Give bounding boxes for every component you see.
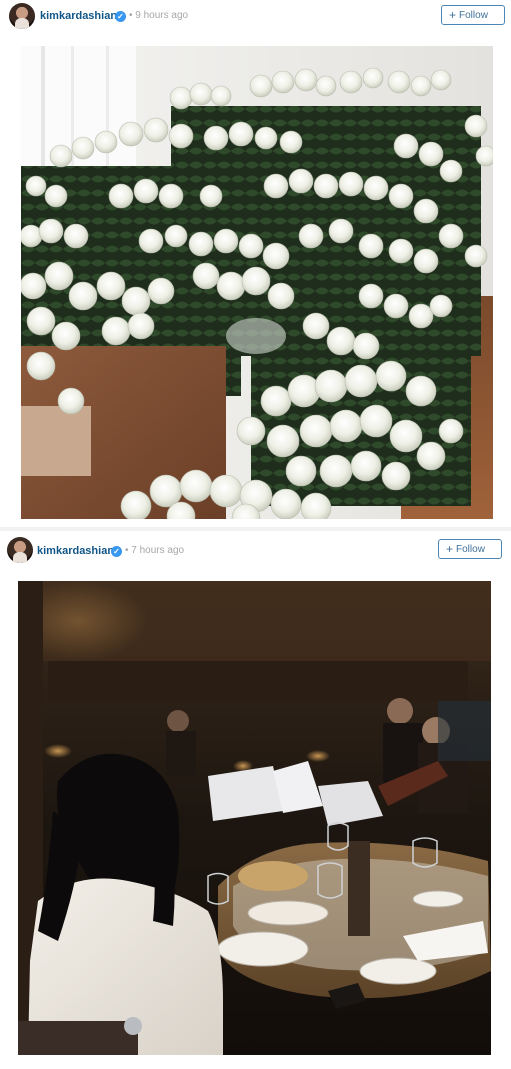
post-timestamp[interactable]: • 9 hours ago bbox=[129, 10, 188, 21]
dinner-photo-graphic bbox=[18, 581, 491, 1055]
follow-button[interactable]: + Follow bbox=[441, 5, 505, 25]
avatar[interactable] bbox=[7, 537, 33, 563]
verified-badge-icon: ✓ bbox=[115, 11, 126, 22]
post-header: kimkardashian ✓ • 7 hours ago + Follow bbox=[0, 531, 511, 565]
post-1: kimkardashian ✓ • 9 hours ago + Follow bbox=[0, 0, 511, 527]
plus-icon: + bbox=[449, 8, 457, 22]
timestamp-text: 9 hours ago bbox=[135, 10, 189, 21]
post-header: kimkardashian ✓ • 9 hours ago + Follow bbox=[0, 0, 511, 34]
follow-label: Follow bbox=[456, 543, 485, 555]
post-timestamp[interactable]: • 7 hours ago bbox=[125, 545, 184, 556]
post-photo-restaurant-dinner[interactable] bbox=[18, 581, 491, 1055]
verified-badge-icon: ✓ bbox=[111, 546, 122, 557]
username-link[interactable]: kimkardashian bbox=[40, 10, 117, 22]
follow-label: Follow bbox=[459, 9, 488, 21]
post-2: kimkardashian ✓ • 7 hours ago + Follow bbox=[0, 531, 511, 1069]
follow-button[interactable]: + Follow bbox=[438, 539, 502, 559]
post-photo-white-roses[interactable] bbox=[21, 46, 493, 519]
username-link[interactable]: kimkardashian bbox=[37, 545, 114, 557]
timestamp-text: 7 hours ago bbox=[131, 545, 185, 556]
avatar[interactable] bbox=[9, 3, 35, 29]
roses-photo-graphic bbox=[21, 46, 493, 519]
plus-icon: + bbox=[446, 542, 454, 556]
